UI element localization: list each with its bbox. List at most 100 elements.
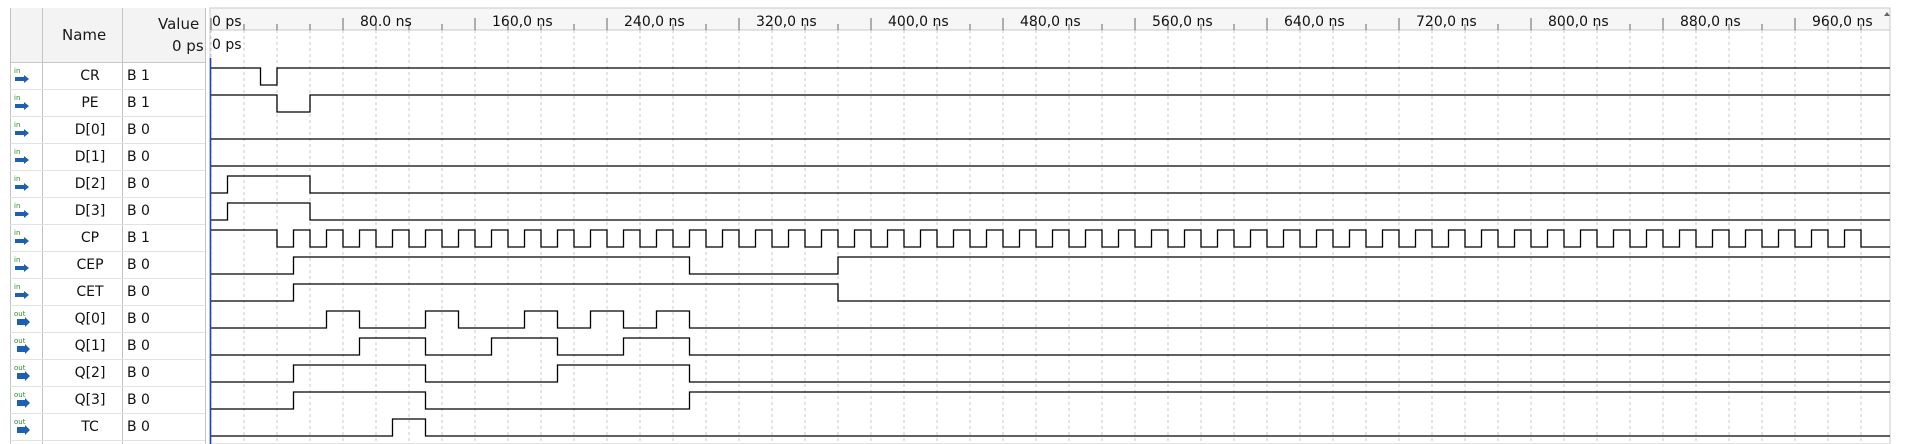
svg-text:in: in	[14, 175, 20, 183]
input-pin-icon: in	[14, 121, 29, 137]
signal-row[interactable]: in D[2] B 0	[10, 171, 205, 198]
time-tick-label: 80.0 ns	[360, 14, 412, 30]
signal-row[interactable]: out Q[0] B 0	[10, 306, 205, 333]
waveform-q2[interactable]	[211, 364, 1890, 383]
waveform-q1[interactable]	[211, 337, 1890, 356]
output-pin-icon: out	[14, 337, 30, 354]
signal-name: D[3]	[74, 203, 106, 219]
time-tick-label: 0 ps	[212, 14, 242, 30]
timeline-ticks: 0 ps 80.0 ns 160,0 ns 240,0 ns 320,0 ns 400,0…	[210, 14, 1873, 30]
signal-row[interactable]: out TC B 0	[10, 414, 205, 441]
output-pin-icon: out	[14, 418, 30, 435]
svg-text:in: in	[14, 283, 20, 291]
signal-value: B 1	[127, 230, 150, 246]
waveform-d3[interactable]	[211, 202, 1890, 221]
input-pin-icon: in	[14, 94, 29, 110]
svg-text:in: in	[14, 67, 20, 75]
svg-text:out: out	[14, 391, 26, 399]
signal-name: Q[1]	[74, 338, 106, 354]
signal-name: TC	[81, 419, 99, 435]
time-tick-label: 400,0 ns	[888, 14, 949, 30]
name-column-header[interactable]: Name	[62, 26, 106, 44]
time-tick-label: 560,0 ns	[1152, 14, 1213, 30]
signal-value: B 0	[127, 149, 150, 165]
waveform-cet[interactable]	[211, 283, 1890, 302]
signal-name: D[0]	[74, 122, 106, 138]
time-tick-label: 960,0 ns	[1812, 14, 1873, 30]
time-tick-label: 880,0 ns	[1680, 14, 1741, 30]
signal-name: D[2]	[74, 176, 106, 192]
input-pin-icon: in	[14, 175, 29, 191]
waveform-cep[interactable]	[211, 256, 1890, 275]
svg-text:out: out	[14, 337, 26, 345]
signal-row[interactable]: out Q[1] B 0	[10, 333, 205, 360]
svg-text:out: out	[14, 364, 26, 372]
svg-text:in: in	[14, 256, 20, 264]
signal-row[interactable]: in PE B 1	[10, 90, 205, 117]
svg-text:in: in	[14, 121, 20, 129]
time-tick-label: 320,0 ns	[756, 14, 817, 30]
svg-text:out: out	[14, 310, 26, 318]
signal-value: B 0	[127, 365, 150, 381]
signal-name: CR	[80, 68, 100, 84]
input-pin-icon: in	[14, 67, 29, 83]
signal-name: Q[2]	[74, 365, 106, 381]
cursor-time-label: 0 ps	[212, 37, 242, 53]
signal-value: B 0	[127, 176, 150, 192]
output-pin-icon: out	[14, 391, 30, 408]
output-pin-icon: out	[14, 364, 30, 381]
signal-name: CEP	[76, 257, 104, 273]
input-pin-icon: in	[14, 256, 29, 272]
signal-value: B 1	[127, 95, 150, 111]
time-tick-label: 800,0 ns	[1548, 14, 1609, 30]
signal-row[interactable]: in CEP B 0	[10, 252, 205, 279]
value-column-header[interactable]: Value	[158, 15, 199, 33]
signal-row[interactable]: out Q[2] B 0	[10, 360, 205, 387]
waveform-q0[interactable]	[211, 310, 1890, 329]
signal-row[interactable]: in D[1] B 0	[10, 144, 205, 171]
signal-name: Q[0]	[74, 311, 106, 327]
signal-row[interactable]: in CP B 1	[10, 225, 205, 252]
signal-name: Q[3]	[74, 392, 106, 408]
time-tick-label: 160,0 ns	[492, 14, 553, 30]
signal-value: B 0	[127, 122, 150, 138]
svg-text:in: in	[14, 148, 20, 156]
waveform-q3[interactable]	[211, 391, 1890, 410]
time-tick-label: 720,0 ns	[1416, 14, 1477, 30]
signal-row[interactable]: in CR B 1	[10, 63, 205, 90]
signal-row[interactable]: in D[0] B 0	[10, 117, 205, 144]
waveform-simulator: Name Value 0 ps in CR B 1 in PE B 1 in D[0] B 0i…	[0, 0, 1920, 444]
waveform-pe[interactable]	[211, 94, 1890, 113]
signal-name: CET	[76, 284, 104, 300]
signal-row[interactable]: in CET B 0	[10, 279, 205, 306]
time-tick-label: 480,0 ns	[1020, 14, 1081, 30]
waveform-d2[interactable]	[211, 175, 1890, 194]
svg-text:in: in	[14, 229, 20, 237]
signal-value: B 0	[127, 419, 150, 435]
time-tick-label: 640,0 ns	[1284, 14, 1345, 30]
signal-value: B 1	[127, 68, 150, 84]
waveform-cr[interactable]	[211, 67, 1890, 86]
waveform-tc[interactable]	[211, 418, 1890, 437]
signal-name: D[1]	[74, 149, 106, 165]
cursor-time-value: 0 ps	[172, 37, 204, 55]
signal-value: B 0	[127, 392, 150, 408]
signal-value: B 0	[127, 311, 150, 327]
input-pin-icon: in	[14, 229, 29, 245]
signal-value: B 0	[127, 257, 150, 273]
signal-value: B 0	[127, 284, 150, 300]
waveform-cp[interactable]	[211, 229, 1890, 248]
signal-name: CP	[80, 230, 100, 246]
signal-name: PE	[81, 95, 99, 111]
svg-text:in: in	[14, 94, 20, 102]
column-divider-wave[interactable]	[205, 8, 206, 444]
scroll-up-arrow-icon[interactable]	[1884, 12, 1890, 16]
timeline-ruler[interactable]	[209, 7, 1891, 31]
input-pin-icon: in	[14, 283, 29, 299]
time-grid	[210, 30, 1862, 444]
svg-text:out: out	[14, 418, 26, 426]
input-pin-icon: in	[14, 148, 29, 164]
signal-row[interactable]: in D[3] B 0	[10, 198, 205, 225]
waveform-canvas[interactable]: 0 ps 80.0 ns 160,0 ns 240,0 ns 320,0 ns 400,0…	[0, 0, 1920, 444]
signal-row[interactable]: out Q[3] B 0	[10, 387, 205, 414]
